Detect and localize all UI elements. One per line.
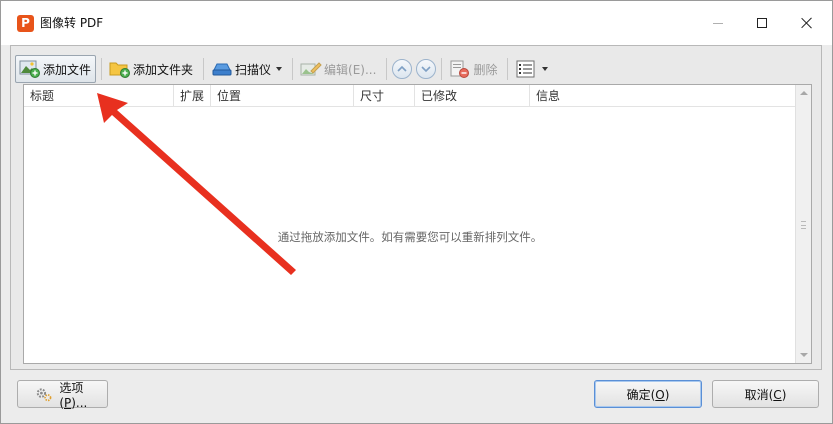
add-folder-icon xyxy=(109,59,131,79)
scroll-up-button[interactable] xyxy=(796,85,811,101)
window-title: 图像转 PDF xyxy=(40,16,104,30)
arrow-up-icon xyxy=(799,91,808,95)
toolbar-separator xyxy=(441,58,443,80)
cancel-label-key: C xyxy=(773,387,782,402)
list-header: 标题 扩展 位置 尺寸 已修改 信息 xyxy=(24,85,796,107)
toolbar-separator xyxy=(101,58,103,80)
options-button[interactable]: 选项(P)... xyxy=(17,379,108,410)
edit-label: 编辑(E)... xyxy=(324,62,377,77)
dropdown-arrow-icon xyxy=(276,67,283,71)
scroll-down-button[interactable] xyxy=(796,347,811,363)
list-view-icon xyxy=(515,59,537,79)
dropdown-arrow-icon xyxy=(542,67,549,71)
maximize-button[interactable] xyxy=(739,1,785,45)
maximize-icon xyxy=(757,18,767,28)
scanner-icon xyxy=(211,59,233,79)
add-folder-button[interactable]: 添加文件夹 xyxy=(105,55,198,83)
close-button[interactable] xyxy=(784,1,830,45)
toolbar-separator xyxy=(386,58,388,80)
empty-list-message: 通过拖放添加文件。如有需要您可以重新排列文件。 xyxy=(277,230,543,244)
toolbar-separator xyxy=(203,58,205,80)
scanner-button[interactable]: 扫描仪 xyxy=(207,55,287,83)
toolbar-separator xyxy=(507,58,509,80)
options-label: 选项(P)... xyxy=(59,379,107,410)
column-header-info[interactable]: 信息 xyxy=(530,85,796,107)
column-header-extension[interactable]: 扩展 xyxy=(174,85,211,107)
cancel-label-suffix: ) xyxy=(781,387,787,402)
toolbar-separator xyxy=(292,58,294,80)
minimize-icon xyxy=(713,22,723,24)
move-down-button[interactable] xyxy=(416,59,437,79)
add-folder-label: 添加文件夹 xyxy=(133,62,194,77)
delete-button[interactable]: 删除 xyxy=(445,55,502,83)
vertical-scrollbar[interactable] xyxy=(795,85,811,363)
options-label-suffix: )... xyxy=(71,395,88,410)
view-mode-button[interactable] xyxy=(511,55,553,83)
ok-label-prefix: 确定( xyxy=(626,387,656,402)
scrollbar-grip-icon xyxy=(801,221,806,229)
column-header-title[interactable]: 标题 xyxy=(24,85,174,107)
close-icon xyxy=(801,17,813,29)
edit-button[interactable]: 编辑(E)... xyxy=(296,55,381,83)
cancel-label: 取消(C) xyxy=(745,386,787,403)
chevron-down-icon xyxy=(421,66,432,73)
cancel-label-prefix: 取消( xyxy=(744,387,774,402)
gear-icon xyxy=(36,388,52,402)
column-header-modified[interactable]: 已修改 xyxy=(415,85,530,107)
ok-label: 确定(O) xyxy=(627,386,670,403)
cancel-button[interactable]: 取消(C) xyxy=(712,380,819,408)
dialog-window: P 图像转 PDF 添加文件 添加文件夹 扫描仪 编辑(E)... 删除 标题 … xyxy=(0,0,833,424)
delete-icon xyxy=(449,59,471,79)
title-bar: P 图像转 PDF xyxy=(1,1,832,45)
ok-label-suffix: ) xyxy=(664,387,670,402)
ok-button[interactable]: 确定(O) xyxy=(594,380,702,408)
delete-label: 删除 xyxy=(473,62,498,77)
add-image-icon xyxy=(19,59,41,79)
column-header-location[interactable]: 位置 xyxy=(211,85,354,107)
file-list[interactable]: 标题 扩展 位置 尺寸 已修改 信息 通过拖放添加文件。如有需要您可以重新排列文… xyxy=(23,84,812,364)
add-file-label: 添加文件 xyxy=(43,62,92,77)
minimize-button[interactable] xyxy=(695,1,741,45)
scanner-label: 扫描仪 xyxy=(235,62,272,77)
chevron-up-icon xyxy=(397,65,408,72)
column-header-size[interactable]: 尺寸 xyxy=(354,85,415,107)
app-logo-icon: P xyxy=(17,15,34,32)
arrow-down-icon xyxy=(799,353,808,357)
add-file-button[interactable]: 添加文件 xyxy=(15,55,97,83)
edit-image-icon xyxy=(300,59,322,79)
toolbar: 添加文件 添加文件夹 扫描仪 编辑(E)... 删除 xyxy=(15,54,815,84)
move-up-button[interactable] xyxy=(392,59,413,79)
ok-label-key: O xyxy=(655,387,665,402)
